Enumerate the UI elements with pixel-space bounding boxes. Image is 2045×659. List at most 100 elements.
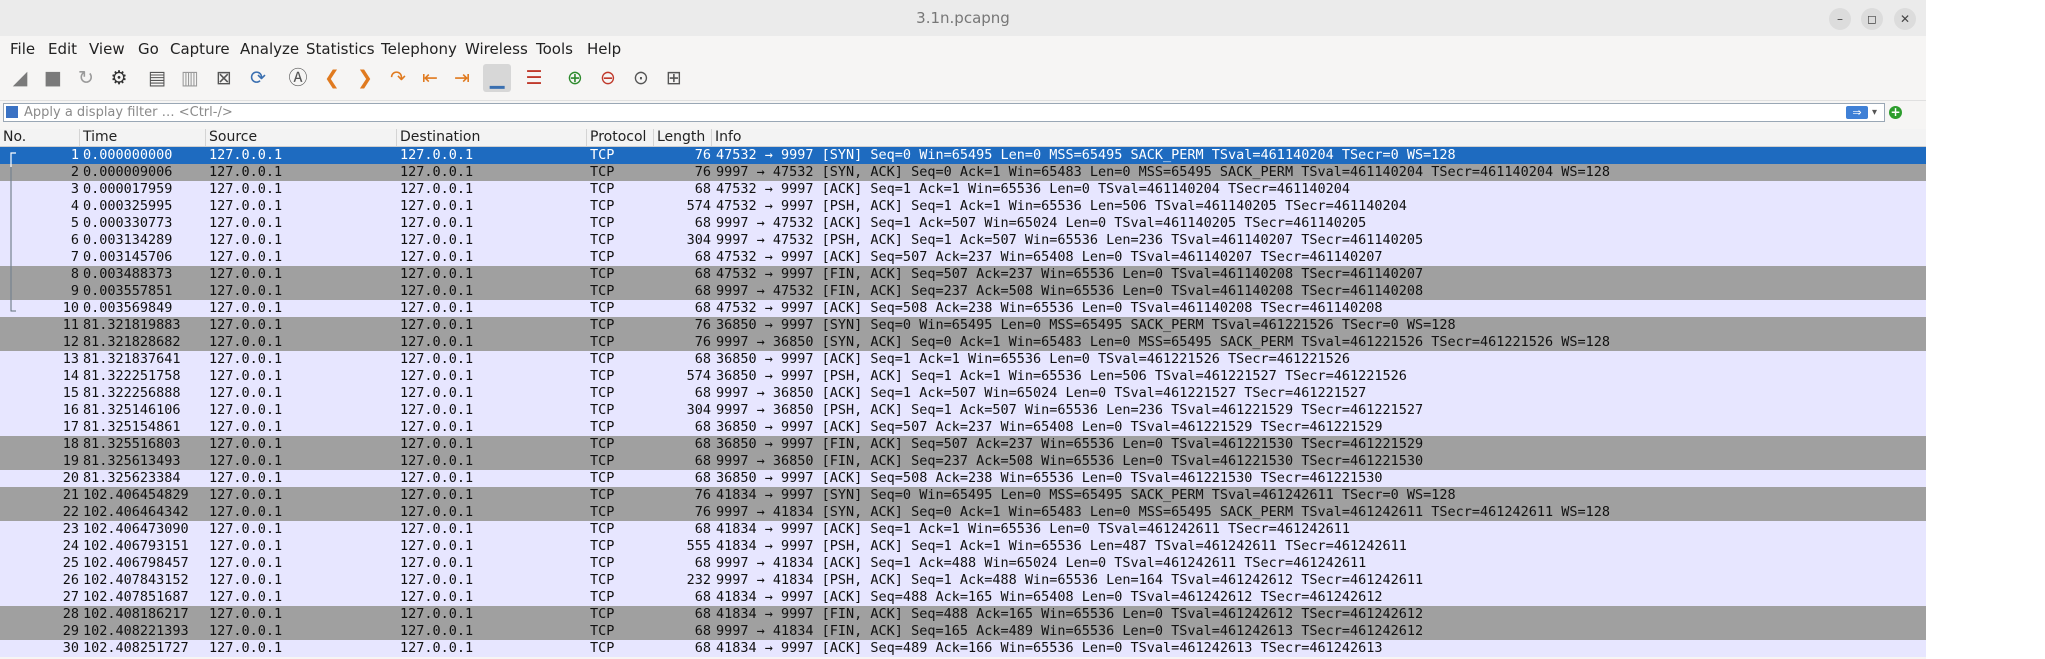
packet-source-cell: 127.0.0.1 — [209, 419, 283, 435]
column-header-length[interactable]: Length — [654, 129, 712, 146]
packet-row[interactable]: 19 81.325613493 127.0.0.1 127.0.0.1 TCP 68 999… — [0, 453, 1926, 470]
resize-columns-icon[interactable]: ⊞ — [660, 64, 688, 92]
packet-row[interactable]: 11 81.321819883 127.0.0.1 127.0.0.1 TCP 76 368… — [0, 317, 1926, 334]
menu-help[interactable]: Help — [587, 40, 621, 58]
packet-row[interactable]: 10 0.003569849 127.0.0.1 127.0.0.1 TCP 68 4753… — [0, 300, 1926, 317]
packet-row[interactable]: 7 0.003145706 127.0.0.1 127.0.0.1 TCP 68 47532… — [0, 249, 1926, 266]
packet-row[interactable]: 9 0.003557851 127.0.0.1 127.0.0.1 TCP 68 9997 … — [0, 283, 1926, 300]
display-filter-input[interactable] — [24, 104, 1824, 121]
menu-go[interactable]: Go — [138, 40, 159, 58]
packet-row[interactable]: 28 102.408186217 127.0.0.1 127.0.0.1 TCP 68 41… — [0, 606, 1926, 623]
packet-row[interactable]: 30 102.408251727 127.0.0.1 127.0.0.1 TCP 68 41… — [0, 640, 1926, 657]
normal-size-icon[interactable]: ⊙ — [627, 64, 655, 92]
zoom-out-icon[interactable]: ⊖ — [594, 64, 622, 92]
column-header-time[interactable]: Time — [80, 129, 206, 146]
packet-info-cell: 9997 → 41834 [FIN, ACK] Seq=165 Ack=489 … — [716, 623, 1424, 639]
minimize-icon[interactable]: – — [1829, 8, 1851, 30]
go-to-packet-icon[interactable]: ↷ — [384, 64, 412, 92]
zoom-in-icon[interactable]: ⊕ — [561, 64, 589, 92]
packet-info-cell: 47532 → 9997 [ACK] Seq=507 Ack=237 Win=6… — [716, 249, 1383, 265]
packet-time-cell: 81.322251758 — [83, 368, 181, 384]
menu-edit[interactable]: Edit — [48, 40, 77, 58]
packet-row[interactable]: 27 102.407851687 127.0.0.1 127.0.0.1 TCP 68 41… — [0, 589, 1926, 606]
capture-options-icon[interactable]: ⚙ — [105, 64, 133, 92]
packet-row[interactable]: 24 102.406793151 127.0.0.1 127.0.0.1 TCP 555 4… — [0, 538, 1926, 555]
packet-row[interactable]: 18 81.325516803 127.0.0.1 127.0.0.1 TCP 68 368… — [0, 436, 1926, 453]
packet-row[interactable]: 12 81.321828682 127.0.0.1 127.0.0.1 TCP 76 999… — [0, 334, 1926, 351]
menu-capture[interactable]: Capture — [170, 40, 230, 58]
menu-analyze[interactable]: Analyze — [240, 40, 299, 58]
packet-row[interactable]: 16 81.325146106 127.0.0.1 127.0.0.1 TCP 304 99… — [0, 402, 1926, 419]
packet-row[interactable]: 17 81.325154861 127.0.0.1 127.0.0.1 TCP 68 368… — [0, 419, 1926, 436]
menu-telephony[interactable]: Telephony — [381, 40, 457, 58]
add-filter-button-icon[interactable]: + — [1889, 106, 1902, 119]
packet-destination-cell: 127.0.0.1 — [400, 487, 474, 503]
packet-row[interactable]: 25 102.406798457 127.0.0.1 127.0.0.1 TCP 68 99… — [0, 555, 1926, 572]
menu-statistics[interactable]: Statistics — [306, 40, 375, 58]
reload-file-icon[interactable]: ⟳ — [244, 64, 272, 92]
column-header-no[interactable]: No. — [0, 129, 80, 146]
menu-view[interactable]: View — [89, 40, 125, 58]
menu-wireless[interactable]: Wireless — [465, 40, 528, 58]
packet-no-cell: 17 — [62, 419, 79, 435]
packet-row[interactable]: 29 102.408221393 127.0.0.1 127.0.0.1 TCP 68 99… — [0, 623, 1926, 640]
packet-destination-cell: 127.0.0.1 — [400, 606, 474, 622]
packet-source-cell: 127.0.0.1 — [209, 436, 283, 452]
packet-destination-cell: 127.0.0.1 — [400, 164, 474, 180]
packet-list: 1 0.000000000 127.0.0.1 127.0.0.1 TCP 76 47532… — [0, 147, 1926, 657]
start-capture-icon[interactable]: ◢ — [6, 64, 34, 92]
restart-capture-icon[interactable]: ↻ — [72, 64, 100, 92]
go-back-icon[interactable]: ❮ — [318, 64, 346, 92]
packet-row[interactable]: 22 102.406464342 127.0.0.1 127.0.0.1 TCP 76 99… — [0, 504, 1926, 521]
autoscroll-icon[interactable]: ▁ — [483, 64, 511, 92]
packet-row[interactable]: 13 81.321837641 127.0.0.1 127.0.0.1 TCP 68 368… — [0, 351, 1926, 368]
packet-row[interactable]: 26 102.407843152 127.0.0.1 127.0.0.1 TCP 232 9… — [0, 572, 1926, 589]
packet-row[interactable]: 20 81.325623384 127.0.0.1 127.0.0.1 TCP 68 368… — [0, 470, 1926, 487]
packet-protocol-cell: TCP — [590, 453, 615, 469]
close-file-icon[interactable]: ⊠ — [210, 64, 238, 92]
packet-info-cell: 9997 → 36850 [FIN, ACK] Seq=237 Ack=508 … — [716, 453, 1424, 469]
column-header-destination[interactable]: Destination — [397, 129, 587, 146]
packet-row[interactable]: 23 102.406473090 127.0.0.1 127.0.0.1 TCP 68 41… — [0, 521, 1926, 538]
go-forward-icon[interactable]: ❯ — [351, 64, 379, 92]
packet-row[interactable]: 5 0.000330773 127.0.0.1 127.0.0.1 TCP 68 9997 … — [0, 215, 1926, 232]
column-header-source[interactable]: Source — [206, 129, 397, 146]
packet-row[interactable]: 8 0.003488373 127.0.0.1 127.0.0.1 TCP 68 47532… — [0, 266, 1926, 283]
packet-row[interactable]: 14 81.322251758 127.0.0.1 127.0.0.1 TCP 574 36… — [0, 368, 1926, 385]
packet-protocol-cell: TCP — [590, 555, 615, 571]
packet-source-cell: 127.0.0.1 — [209, 402, 283, 418]
packet-row[interactable]: 2 0.000009006 127.0.0.1 127.0.0.1 TCP 76 9997 … — [0, 164, 1926, 181]
packet-time-cell: 102.407843152 — [83, 572, 189, 588]
apply-filter-icon[interactable]: ⇒ — [1846, 106, 1868, 119]
packet-row[interactable]: 21 102.406454829 127.0.0.1 127.0.0.1 TCP 76 41… — [0, 487, 1926, 504]
save-file-icon[interactable]: ▥ — [176, 64, 204, 92]
filter-bookmark-icon[interactable] — [6, 106, 18, 118]
packet-no-cell: 30 — [62, 640, 79, 656]
go-last-packet-icon[interactable]: ⇥ — [448, 64, 476, 92]
packet-row[interactable]: 6 0.003134289 127.0.0.1 127.0.0.1 TCP 304 9997… — [0, 232, 1926, 249]
colorize-icon[interactable]: ☰ — [520, 64, 548, 92]
menu-file[interactable]: File — [10, 40, 35, 58]
find-packet-icon[interactable]: Ⓐ — [284, 64, 312, 92]
filter-history-dropdown-icon[interactable]: ▾ — [1872, 104, 1877, 121]
packet-row[interactable]: 3 0.000017959 127.0.0.1 127.0.0.1 TCP 68 47532… — [0, 181, 1926, 198]
packet-destination-cell: 127.0.0.1 — [400, 215, 474, 231]
packet-info-cell: 41834 → 9997 [ACK] Seq=1 Ack=1 Win=65536… — [716, 521, 1350, 537]
column-header-protocol[interactable]: Protocol — [587, 129, 654, 146]
stop-capture-icon[interactable]: ■ — [39, 64, 67, 92]
packet-no-cell: 12 — [62, 334, 79, 350]
packet-row[interactable]: 15 81.322256888 127.0.0.1 127.0.0.1 TCP 68 999… — [0, 385, 1926, 402]
packet-protocol-cell: TCP — [590, 351, 615, 367]
column-header-info[interactable]: Info — [712, 129, 1926, 146]
menu-tools[interactable]: Tools — [536, 40, 573, 58]
packet-info-cell: 9997 → 47532 [ACK] Seq=1 Ack=507 Win=650… — [716, 215, 1367, 231]
close-icon[interactable]: ✕ — [1894, 8, 1916, 30]
display-filter-bar: ⇒ ▾ + — [0, 101, 1926, 123]
menu-bar: File Edit View Go Capture Analyze Statis… — [0, 36, 1926, 60]
packet-row[interactable]: 4 0.000325995 127.0.0.1 127.0.0.1 TCP 574 4753… — [0, 198, 1926, 215]
open-file-icon[interactable]: ▤ — [143, 64, 171, 92]
packet-time-cell: 102.406793151 — [83, 538, 189, 554]
go-first-packet-icon[interactable]: ⇤ — [416, 64, 444, 92]
packet-row[interactable]: 1 0.000000000 127.0.0.1 127.0.0.1 TCP 76 47532… — [0, 147, 1926, 164]
maximize-icon[interactable]: ◻ — [1861, 8, 1883, 30]
